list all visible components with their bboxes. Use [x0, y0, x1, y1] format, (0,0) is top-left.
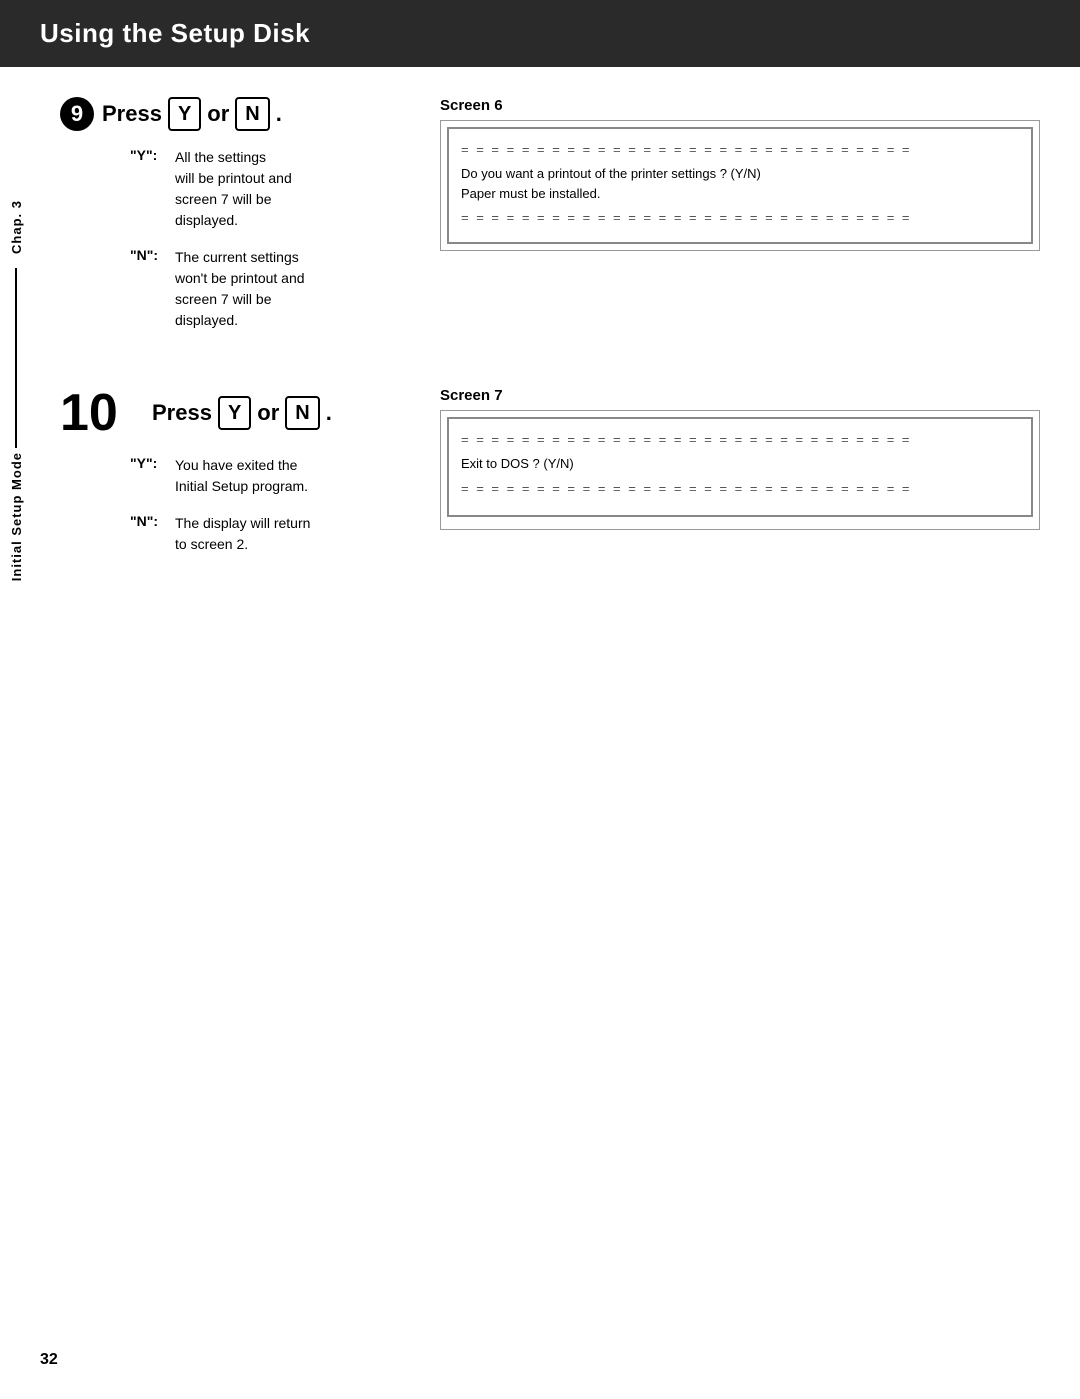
step-9-option-y-desc: All the settingswill be printout andscre… [175, 147, 292, 231]
screen-7-dots-bottom: = = = = = = = = = = = = = = = = = = = = … [461, 482, 1019, 495]
screen-7-label: Screen 7 [440, 387, 1040, 404]
step-10-left: 10 Press Y or N . "Y": You have exited t… [60, 387, 400, 571]
page-number: 32 [40, 1351, 58, 1369]
step-9-key-n: N [235, 97, 269, 131]
step-9-option-n-key: "N": [130, 247, 175, 263]
step-10-option-y-key: "Y": [130, 455, 175, 471]
step-10-section: 10 Press Y or N . "Y": You have exited t… [60, 387, 1040, 571]
screen-6-text: Do you want a printout of the printer se… [461, 164, 1019, 203]
screen-6-dots-top-text: = = = = = = = = = = = = = = = = = = = = … [461, 143, 912, 156]
screen-6-dots-top: = = = = = = = = = = = = = = = = = = = = … [461, 143, 1019, 156]
step-9-options: "Y": All the settingswill be printout an… [130, 147, 400, 331]
screen-6-dots-bottom-text: = = = = = = = = = = = = = = = = = = = = … [461, 211, 912, 224]
screen-6-label: Screen 6 [440, 97, 1040, 114]
header-title: Using the Setup Disk [40, 18, 310, 48]
screen-6-line1: Do you want a printout of the printer se… [461, 166, 761, 181]
step-10-key-y: Y [218, 396, 251, 430]
step-10-option-n-key: "N": [130, 513, 175, 529]
sidebar-title-label: Initial Setup Mode [9, 452, 24, 581]
screen-7-inner: = = = = = = = = = = = = = = = = = = = = … [447, 417, 1033, 517]
step-10-right: Screen 7 = = = = = = = = = = = = = = = =… [440, 387, 1040, 571]
step-10-option-y-desc: You have exited theInitial Setup program… [175, 455, 308, 497]
screen-6-line2: Paper must be installed. [461, 186, 600, 201]
step-9-press: Press Y or N . [102, 97, 282, 131]
step-10-or: or [257, 400, 279, 426]
step-10-option-n-desc: The display will returnto screen 2. [175, 513, 310, 555]
step-10-option-n: "N": The display will returnto screen 2. [130, 513, 400, 555]
step-9-header: 9 Press Y or N . [60, 97, 400, 131]
step-9-period: . [276, 101, 282, 127]
step-9-option-n: "N": The current settingswon't be printo… [130, 247, 400, 331]
sidebar-chap-label: Chap. 3 [9, 200, 24, 254]
screen-6-box: = = = = = = = = = = = = = = = = = = = = … [440, 120, 1040, 251]
step-10-number: 10 [60, 387, 140, 439]
step-9-option-y: "Y": All the settingswill be printout an… [130, 147, 400, 231]
screen-7-box: = = = = = = = = = = = = = = = = = = = = … [440, 410, 1040, 530]
screen-7-dots-top: = = = = = = = = = = = = = = = = = = = = … [461, 433, 1019, 446]
main-content: 9 Press Y or N . "Y": All the settingswi… [40, 97, 1040, 571]
step-9-circle: 9 [60, 97, 94, 131]
screen-7-text: Exit to DOS ? (Y/N) [461, 454, 1019, 474]
step-10-header: 10 Press Y or N . [60, 387, 400, 439]
step-10-press: Press Y or N . [152, 396, 332, 430]
screen-7-dots-top-text: = = = = = = = = = = = = = = = = = = = = … [461, 433, 912, 446]
step-10-press-label: Press [152, 400, 212, 426]
step-9-section: 9 Press Y or N . "Y": All the settingswi… [60, 97, 1040, 347]
screen-6-inner: = = = = = = = = = = = = = = = = = = = = … [447, 127, 1033, 244]
screen-7-dots-bottom-text: = = = = = = = = = = = = = = = = = = = = … [461, 482, 912, 495]
screen-7-line1: Exit to DOS ? (Y/N) [461, 456, 574, 471]
step-10-period: . [326, 400, 332, 426]
step-10-option-y: "Y": You have exited theInitial Setup pr… [130, 455, 400, 497]
step-9-key-y: Y [168, 97, 201, 131]
step-10-options: "Y": You have exited theInitial Setup pr… [130, 455, 400, 555]
step-9-right: Screen 6 = = = = = = = = = = = = = = = =… [440, 97, 1040, 347]
step-9-press-label: Press [102, 101, 162, 127]
sidebar-line [15, 268, 17, 448]
screen-6-dots-bottom: = = = = = = = = = = = = = = = = = = = = … [461, 211, 1019, 224]
step-9-option-n-desc: The current settingswon't be printout an… [175, 247, 305, 331]
page-header: Using the Setup Disk [0, 0, 1080, 67]
step-10-key-n: N [285, 396, 319, 430]
step-9-left: 9 Press Y or N . "Y": All the settingswi… [60, 97, 400, 347]
step-9-option-y-key: "Y": [130, 147, 175, 163]
step-9-or: or [207, 101, 229, 127]
sidebar: Chap. 3 Initial Setup Mode [0, 200, 32, 600]
